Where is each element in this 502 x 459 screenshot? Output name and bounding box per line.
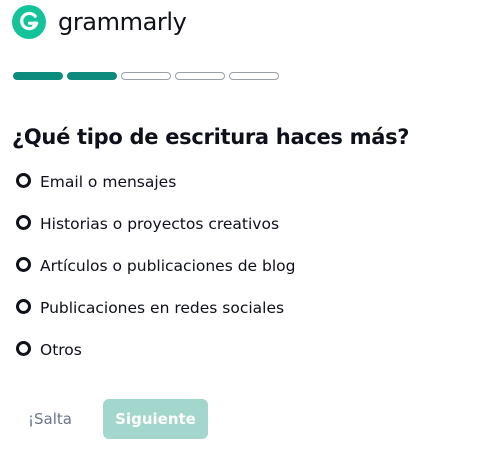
- option-label: Otros: [40, 341, 82, 359]
- next-button[interactable]: Siguiente: [103, 399, 208, 439]
- grammarly-g-logo-icon: [12, 5, 46, 39]
- option-label: Email o mensajes: [40, 173, 177, 191]
- radio-button-icon[interactable]: [16, 215, 31, 230]
- brand-name: grammarly: [58, 8, 187, 36]
- brand-logo: grammarly: [12, 5, 187, 39]
- progress-indicator: [13, 72, 279, 80]
- radio-button-icon[interactable]: [16, 257, 31, 272]
- onboarding-page: grammarly ¿Qué tipo de escritura haces m…: [0, 0, 502, 459]
- option-label: Historias o proyectos creativos: [40, 215, 280, 233]
- option-social[interactable]: Publicaciones en redes sociales: [16, 296, 296, 320]
- radio-button-icon[interactable]: [16, 173, 31, 188]
- option-label: Publicaciones en redes sociales: [40, 299, 285, 317]
- radio-button-icon[interactable]: [16, 341, 31, 356]
- option-label: Artículos o publicaciones de blog: [40, 257, 296, 275]
- option-email[interactable]: Email o mensajes: [16, 170, 296, 194]
- progress-step-5: [229, 72, 279, 80]
- option-articles[interactable]: Artículos o publicaciones de blog: [16, 254, 296, 278]
- radio-button-icon[interactable]: [16, 299, 31, 314]
- skip-button[interactable]: ¡Salta: [16, 400, 84, 438]
- writing-type-options: Email o mensajes Historias o proyectos c…: [16, 170, 296, 380]
- progress-step-2: [67, 72, 117, 80]
- question-title: ¿Qué tipo de escritura haces más?: [12, 125, 410, 149]
- option-other[interactable]: Otros: [16, 338, 296, 362]
- progress-step-3: [121, 72, 171, 80]
- progress-step-4: [175, 72, 225, 80]
- option-creative[interactable]: Historias o proyectos creativos: [16, 212, 296, 236]
- progress-step-1: [13, 72, 63, 80]
